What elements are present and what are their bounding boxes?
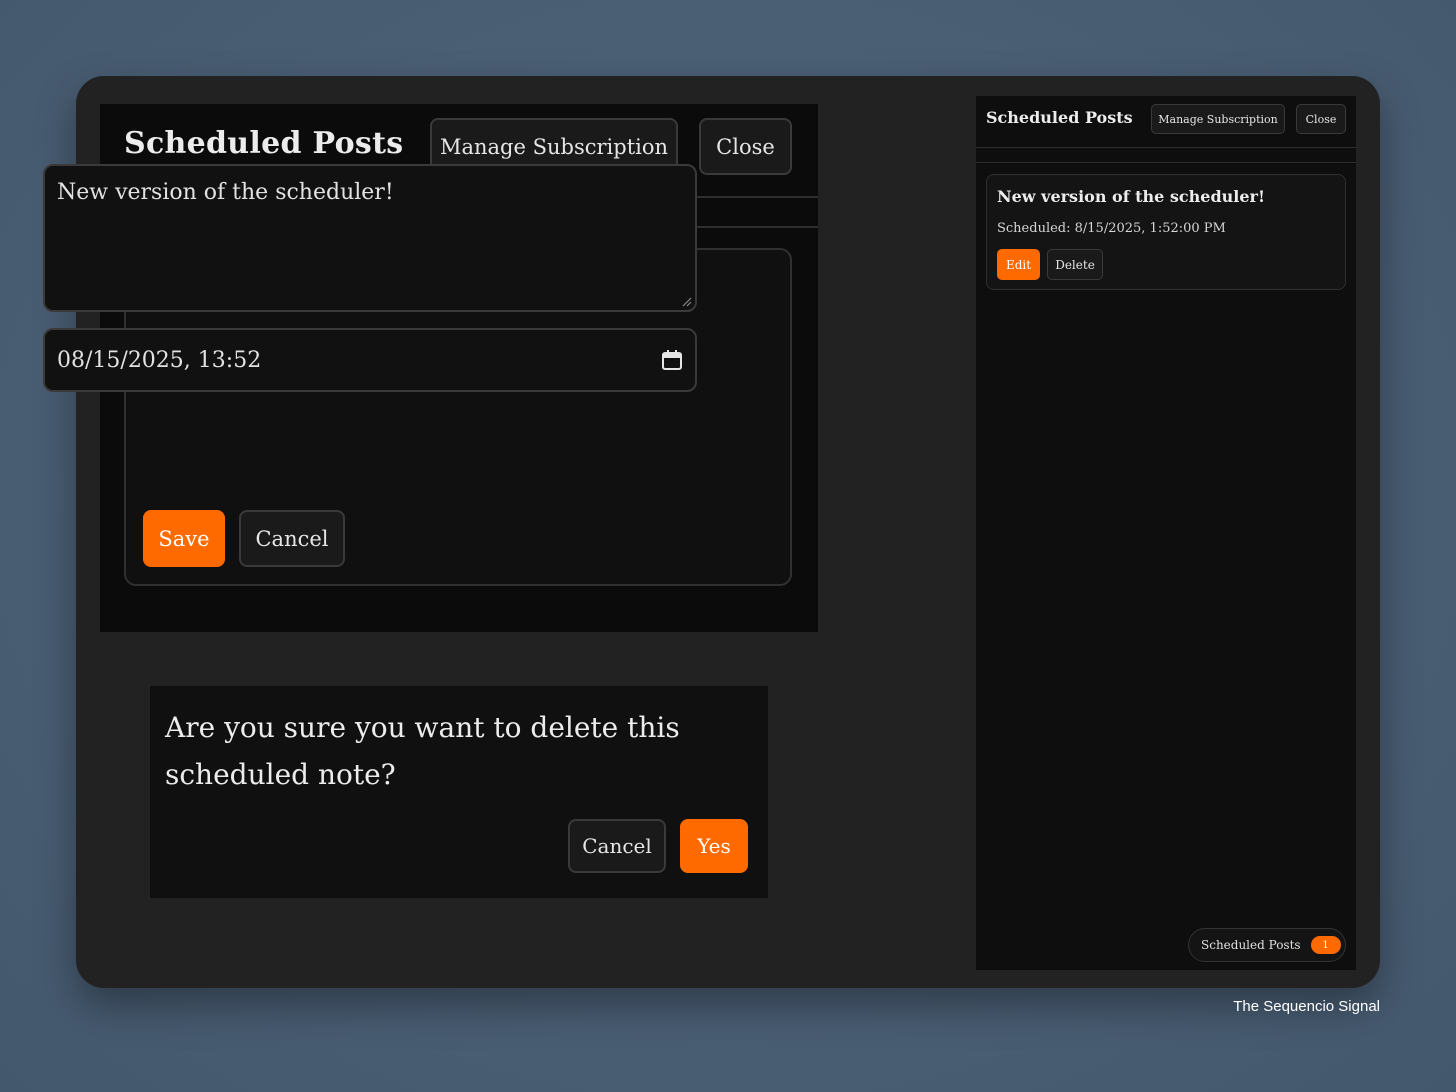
save-button[interactable]: Save (143, 510, 225, 567)
side-close-button[interactable]: Close (1296, 104, 1346, 134)
side-title: Scheduled Posts (986, 108, 1133, 127)
delete-button[interactable]: Delete (1047, 249, 1103, 280)
schedule-datetime-input[interactable]: 08/15/2025, 13:52 (43, 328, 697, 392)
post-scheduled-time: Scheduled: 8/15/2025, 1:52:00 PM (997, 221, 1226, 236)
confirm-message: Are you sure you want to delete this sch… (165, 711, 680, 791)
note-textarea[interactable]: New version of the scheduler! (43, 164, 697, 312)
note-text: New version of the scheduler! (57, 180, 394, 205)
calendar-icon[interactable] (661, 349, 683, 371)
scheduled-post-item: New version of the scheduler! Scheduled:… (986, 174, 1346, 290)
dialog-cancel-button[interactable]: Cancel (568, 819, 666, 873)
toggle-label: Scheduled Posts (1201, 938, 1301, 952)
side-divider (976, 149, 1356, 163)
cancel-button[interactable]: Cancel (239, 510, 345, 567)
delete-confirm-dialog: Are you sure you want to delete this sch… (150, 686, 768, 898)
resize-handle-icon[interactable] (682, 297, 692, 307)
side-header: Scheduled Posts Manage Subscription Clos… (976, 96, 1356, 148)
edit-button[interactable]: Edit (997, 249, 1040, 280)
dialog-yes-button[interactable]: Yes (680, 819, 748, 873)
watermark: The Sequencio Signal (1233, 998, 1380, 1015)
close-button[interactable]: Close (699, 118, 792, 175)
scheduled-posts-side-panel: Scheduled Posts Manage Subscription Clos… (976, 96, 1356, 970)
count-badge: 1 (1310, 936, 1341, 954)
scheduled-posts-toggle[interactable]: Scheduled Posts 1 (1188, 928, 1346, 962)
datetime-value: 08/15/2025, 13:52 (57, 347, 262, 373)
post-title: New version of the scheduler! (997, 187, 1266, 206)
side-manage-subscription-button[interactable]: Manage Subscription (1151, 104, 1285, 134)
page-title: Scheduled Posts (124, 126, 404, 161)
